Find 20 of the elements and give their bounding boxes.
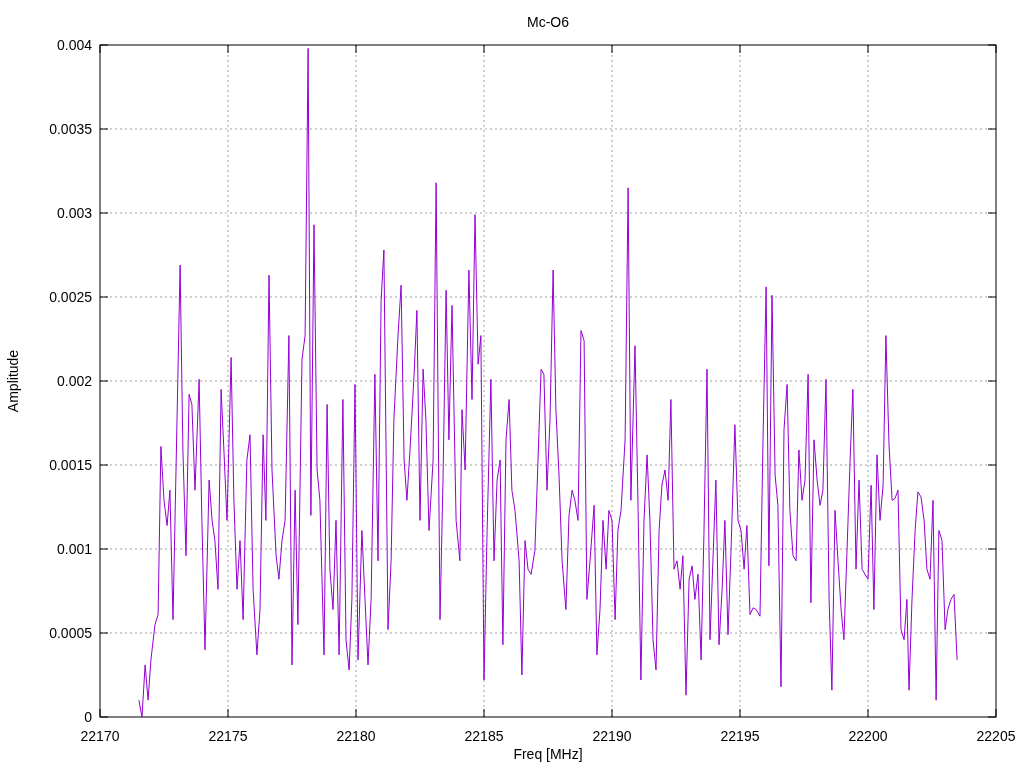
y-tick-label: 0 <box>84 709 92 725</box>
x-tick-label: 22190 <box>592 728 632 744</box>
x-tick-label: 22195 <box>720 728 760 744</box>
x-tick-label: 22200 <box>848 728 888 744</box>
x-tick-label: 22185 <box>464 728 504 744</box>
y-axis-label: Amplitude <box>5 349 21 413</box>
y-tick-label: 0.002 <box>56 373 92 389</box>
chart-title: Mc-O6 <box>527 14 569 30</box>
y-tick-label: 0.0025 <box>49 289 92 305</box>
y-tick-label: 0.0015 <box>49 457 92 473</box>
x-axis-label: Freq [MHz] <box>513 746 583 762</box>
y-tick-label: 0.004 <box>56 37 92 53</box>
y-tick-label: 0.0035 <box>49 121 92 137</box>
x-tick-label: 22180 <box>336 728 376 744</box>
x-tick-label: 22170 <box>80 728 120 744</box>
x-tick-label: 22205 <box>976 728 1016 744</box>
y-tick-label: 0.001 <box>56 541 92 557</box>
x-tick-label: 22175 <box>208 728 248 744</box>
y-tick-label: 0.0005 <box>49 625 92 641</box>
y-tick-label: 0.003 <box>56 205 92 221</box>
